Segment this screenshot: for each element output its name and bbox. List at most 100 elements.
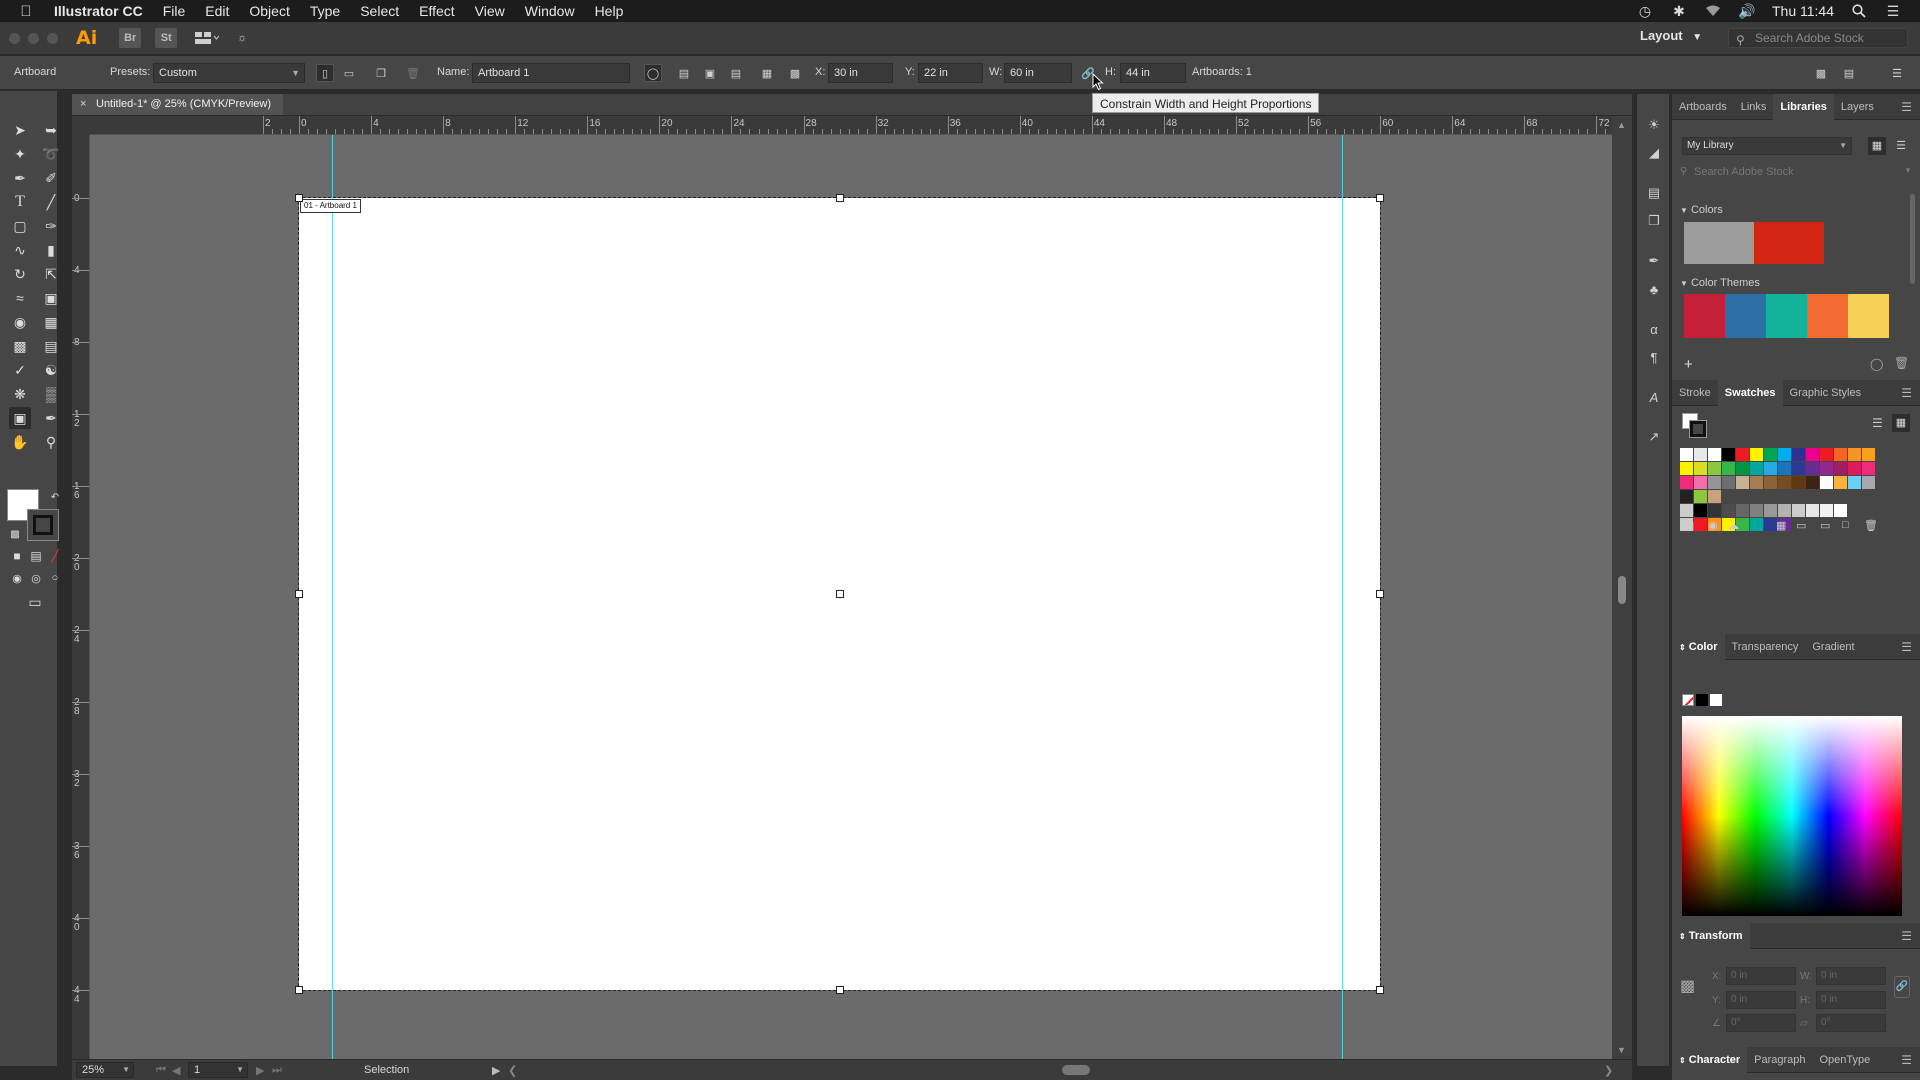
swatch[interactable] bbox=[1820, 504, 1833, 517]
swatch[interactable] bbox=[1834, 462, 1847, 475]
swatch[interactable] bbox=[1722, 448, 1735, 461]
reference-point-grid-icon[interactable]: ▩ bbox=[1680, 976, 1700, 996]
reference-point-icon[interactable]: ◯ bbox=[644, 64, 662, 82]
paragraph-styles-icon[interactable]: ¶ bbox=[1645, 348, 1663, 366]
swatch[interactable] bbox=[1736, 476, 1749, 489]
vertical-scroll-thumb[interactable] bbox=[1618, 576, 1626, 604]
next-artboard-icon[interactable]: ▶ bbox=[256, 1064, 264, 1077]
swatch[interactable] bbox=[1792, 476, 1805, 489]
swatch[interactable] bbox=[1694, 462, 1707, 475]
height-input[interactable]: 44 in bbox=[1120, 63, 1186, 83]
shape-builder-tool-icon[interactable]: ◉ bbox=[9, 311, 31, 333]
menu-type[interactable]: Type bbox=[300, 0, 350, 22]
swatch[interactable] bbox=[1750, 476, 1763, 489]
resize-handle-bottom-left[interactable] bbox=[295, 986, 303, 994]
zoom-tool-icon[interactable]: ⚲ bbox=[40, 431, 62, 453]
swatch[interactable] bbox=[1694, 476, 1707, 489]
center-point-handle[interactable] bbox=[836, 590, 844, 598]
gpu-performance-icon[interactable]: ☼ bbox=[233, 29, 251, 47]
theme-color-swatch[interactable] bbox=[1766, 294, 1807, 338]
swatch[interactable] bbox=[1820, 462, 1833, 475]
resize-handle-top-right[interactable] bbox=[1376, 194, 1384, 202]
default-fill-stroke-icon[interactable]: ▩ bbox=[4, 523, 26, 545]
status-menu-arrow-icon[interactable]: ▶ bbox=[492, 1064, 500, 1077]
swatch[interactable] bbox=[1694, 518, 1707, 531]
perspective-grid-tool-icon[interactable]: ▦ bbox=[40, 311, 62, 333]
zoom-level-field[interactable]: 25% ▼ bbox=[76, 1062, 134, 1078]
move-artwork-icon[interactable]: ❒ bbox=[372, 64, 390, 82]
none-mode-icon[interactable]: ╱ bbox=[44, 545, 66, 567]
time-machine-icon[interactable]: ◷ bbox=[1636, 2, 1654, 20]
screen-mode-icon[interactable]: ▭ bbox=[24, 591, 46, 613]
constrain-link-icon[interactable]: 🔗 bbox=[1894, 976, 1910, 998]
swatch[interactable] bbox=[1862, 462, 1875, 475]
apple-icon[interactable]:  bbox=[0, 3, 52, 20]
colors-section-header[interactable]: ▼ Colors bbox=[1680, 204, 1723, 216]
swatch-libraries-icon[interactable]: ▤ bbox=[1684, 519, 1694, 532]
resize-handle-bottom-right[interactable] bbox=[1376, 986, 1384, 994]
symbol-sprayer-tool-icon[interactable]: ❋ bbox=[9, 383, 31, 405]
artboard-options-icon[interactable]: ▦ bbox=[758, 64, 776, 82]
delete-artboard-icon[interactable]: 🗑 bbox=[404, 64, 422, 82]
swatch[interactable] bbox=[1834, 448, 1847, 461]
stock-button[interactable]: St bbox=[155, 28, 178, 48]
swatch[interactable] bbox=[1722, 504, 1735, 517]
swatch[interactable] bbox=[1708, 462, 1721, 475]
new-swatch-icon[interactable]: □ bbox=[1842, 519, 1849, 531]
swatch[interactable] bbox=[1778, 448, 1791, 461]
tab-character[interactable]: ⇕ Character bbox=[1672, 1046, 1748, 1073]
menubar-clock[interactable]: Thu 11:44 bbox=[1772, 3, 1834, 19]
chevron-down-icon[interactable]: ▼ bbox=[1904, 166, 1912, 175]
library-color-gray[interactable] bbox=[1684, 222, 1754, 264]
free-transform-tool-icon[interactable]: ▣ bbox=[40, 287, 62, 309]
swatch[interactable] bbox=[1694, 448, 1707, 461]
swatch-grid-view-icon[interactable]: ▦ bbox=[1892, 414, 1910, 432]
resize-handle-top-left[interactable] bbox=[295, 194, 303, 202]
width-tool-icon[interactable]: ≈ bbox=[9, 287, 31, 309]
rotate-tool-icon[interactable]: ↻ bbox=[9, 263, 31, 285]
color-theme-swatches[interactable] bbox=[1684, 294, 1889, 338]
menu-effect[interactable]: Effect bbox=[409, 0, 465, 22]
magic-wand-tool-icon[interactable]: ✦ bbox=[9, 143, 31, 165]
scale-tool-icon[interactable]: ⇱ bbox=[40, 263, 62, 285]
artboard-navigation-field[interactable]: 1 ▼ bbox=[188, 1062, 248, 1078]
swatch[interactable] bbox=[1848, 448, 1861, 461]
curvature-tool-icon[interactable]: ✐ bbox=[40, 167, 62, 189]
align-right-icon[interactable]: ▤ bbox=[727, 64, 745, 82]
line-tool-icon[interactable]: ╱ bbox=[40, 191, 62, 213]
swatch-stroke-indicator[interactable] bbox=[1689, 420, 1707, 438]
swatch[interactable] bbox=[1778, 504, 1791, 517]
vertical-guide[interactable] bbox=[332, 135, 333, 1059]
swatch[interactable] bbox=[1792, 462, 1805, 475]
x-position-input[interactable]: 30 in bbox=[828, 63, 893, 83]
window-close-button[interactable] bbox=[9, 32, 20, 44]
swatch[interactable] bbox=[1792, 448, 1805, 461]
artboard-name-input[interactable]: Artboard 1 bbox=[472, 63, 630, 83]
hand-tool-icon[interactable]: ✋ bbox=[9, 431, 31, 453]
library-search-input[interactable]: ⚲ Search Adobe Stock ▼ bbox=[1680, 166, 1912, 182]
menu-file[interactable]: File bbox=[153, 0, 196, 22]
swatch[interactable] bbox=[1750, 462, 1763, 475]
menu-view[interactable]: View bbox=[465, 0, 515, 22]
landscape-orientation-icon[interactable]: ▭ bbox=[340, 64, 358, 82]
align-center-icon[interactable]: ▣ bbox=[701, 64, 719, 82]
new-color-group-icon[interactable]: ▭ bbox=[1796, 519, 1806, 532]
swatch-list-view-icon[interactable]: ☰ bbox=[1872, 416, 1883, 430]
resize-handle-top[interactable] bbox=[836, 194, 844, 202]
lasso-tool-icon[interactable]: ➰ bbox=[40, 143, 62, 165]
tab-opentype[interactable]: OpenType bbox=[1813, 1047, 1878, 1073]
graph-tool-icon[interactable]: ▒ bbox=[40, 383, 62, 405]
folder-icon[interactable]: ▭ bbox=[1820, 519, 1830, 532]
resize-handle-bottom[interactable] bbox=[836, 986, 844, 994]
gradient-tool-icon[interactable]: ▤ bbox=[40, 335, 62, 357]
library-color-red[interactable] bbox=[1754, 222, 1824, 264]
panel-menu-icon[interactable]: ☰ bbox=[1901, 386, 1912, 400]
direct-selection-tool-icon[interactable]: ➥ bbox=[40, 119, 62, 141]
swatches-grid[interactable] bbox=[1680, 448, 1892, 548]
grid-view-icon[interactable]: ▦ bbox=[1868, 137, 1886, 155]
swatch[interactable] bbox=[1708, 490, 1721, 503]
glyphs-panel-icon[interactable]: α bbox=[1645, 320, 1663, 338]
width-input[interactable]: 60 in bbox=[1004, 63, 1072, 83]
trash-icon[interactable]: 🗑 bbox=[1894, 356, 1909, 370]
canvas-area[interactable]: 01 - Artboard 1 bbox=[90, 135, 1612, 1059]
